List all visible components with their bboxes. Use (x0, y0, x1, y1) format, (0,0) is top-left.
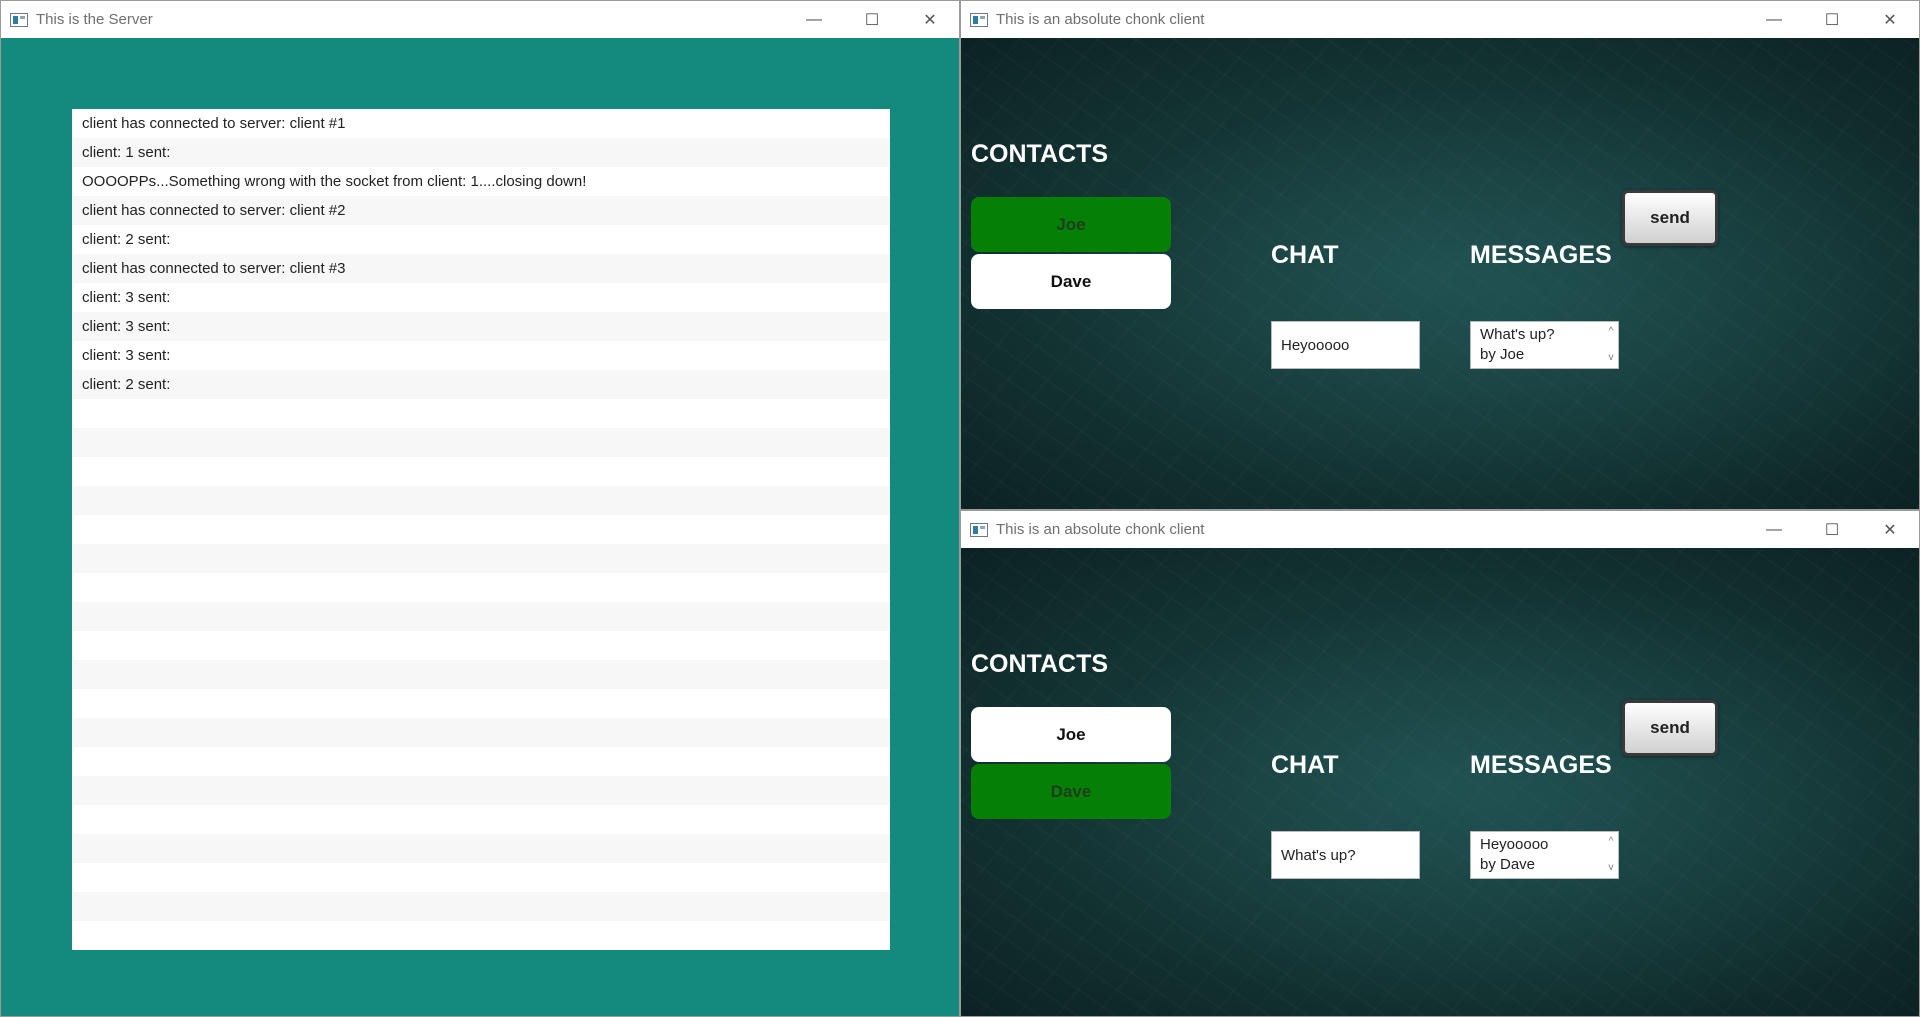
window-title: This is an absolute chonk client (996, 11, 1205, 28)
list-item[interactable] (72, 457, 890, 486)
app-window-icon (970, 522, 988, 537)
minimize-icon[interactable]: — (1745, 511, 1803, 548)
scroll-up-icon[interactable]: ^ (1609, 832, 1614, 852)
contacts-heading: CONTACTS (971, 140, 1109, 168)
window-title: This is the Server (36, 11, 153, 28)
send-button[interactable]: send (1622, 190, 1718, 246)
client-window-2: This is an absolute chonk client — ☐ ✕ C… (960, 510, 1920, 1017)
list-item[interactable]: OOOOPPs...Something wrong with the socke… (72, 167, 890, 196)
client-titlebar[interactable]: This is an absolute chonk client — ☐ ✕ (961, 1, 1919, 38)
contact-button-joe[interactable]: Joe (971, 197, 1171, 252)
window-controls: — ☐ ✕ (1745, 511, 1919, 548)
send-button[interactable]: send (1622, 700, 1718, 756)
close-icon[interactable]: ✕ (1861, 511, 1919, 548)
server-log-list[interactable]: client has connected to server: client #… (72, 109, 890, 950)
list-item[interactable] (72, 747, 890, 776)
list-item[interactable]: client: 2 sent: (72, 370, 890, 399)
server-window: This is the Server — ☐ ✕ client has conn… (0, 0, 960, 1017)
message-text: What's up? (1480, 326, 1555, 343)
list-item[interactable] (72, 921, 890, 950)
list-item[interactable] (72, 602, 890, 631)
contacts-heading: CONTACTS (971, 650, 1109, 678)
list-item[interactable] (72, 399, 890, 428)
minimize-icon[interactable]: — (1745, 1, 1803, 38)
list-item[interactable]: client has connected to server: client #… (72, 109, 890, 138)
message-author: by Dave (1480, 856, 1536, 873)
messages-scrollbar[interactable]: ^ v (1604, 322, 1618, 368)
contact-button-dave[interactable]: Dave (971, 254, 1171, 309)
chat-input[interactable] (1271, 321, 1420, 369)
minimize-icon[interactable]: — (785, 1, 843, 38)
list-item[interactable]: client: 1 sent: (72, 138, 890, 167)
messages-heading: MESSAGES (1470, 751, 1612, 779)
list-item[interactable] (72, 892, 890, 921)
client-content: CONTACTS Joe Dave CHAT MESSAGES Heyooooo… (961, 548, 1919, 1016)
contact-button-joe[interactable]: Joe (971, 707, 1171, 762)
scroll-down-icon[interactable]: v (1609, 348, 1614, 368)
message-author: by Joe (1480, 346, 1525, 363)
list-item[interactable] (72, 776, 890, 805)
client-content: CONTACTS Joe Dave CHAT MESSAGES What's u… (961, 38, 1919, 509)
client-titlebar[interactable]: This is an absolute chonk client — ☐ ✕ (961, 511, 1919, 548)
list-item[interactable] (72, 631, 890, 660)
scroll-down-icon[interactable]: v (1609, 858, 1614, 878)
list-item[interactable]: client: 3 sent: (72, 312, 890, 341)
list-item[interactable]: client has connected to server: client #… (72, 196, 890, 225)
list-item[interactable] (72, 428, 890, 457)
chat-heading: CHAT (1271, 241, 1339, 269)
message-text: Heyooooo (1480, 836, 1549, 853)
close-icon[interactable]: ✕ (901, 1, 959, 38)
list-item[interactable]: client: 2 sent: (72, 225, 890, 254)
maximize-icon[interactable]: ☐ (843, 1, 901, 38)
messages-scrollbar[interactable]: ^ v (1604, 832, 1618, 878)
window-title: This is an absolute chonk client (996, 521, 1205, 538)
list-item[interactable] (72, 486, 890, 515)
window-controls: — ☐ ✕ (1745, 1, 1919, 38)
messages-area[interactable]: Heyooooo by Dave ^ v (1470, 831, 1619, 879)
server-titlebar[interactable]: This is the Server — ☐ ✕ (1, 1, 959, 38)
contact-button-dave[interactable]: Dave (971, 764, 1171, 819)
list-item[interactable] (72, 660, 890, 689)
app-window-icon (10, 12, 28, 27)
list-item[interactable]: client: 3 sent: (72, 283, 890, 312)
client-window-1: This is an absolute chonk client — ☐ ✕ C… (960, 0, 1920, 510)
server-content: client has connected to server: client #… (1, 38, 959, 1016)
list-item[interactable] (72, 718, 890, 747)
list-item[interactable] (72, 573, 890, 602)
app-window-icon (970, 12, 988, 27)
chat-input[interactable] (1271, 831, 1420, 879)
maximize-icon[interactable]: ☐ (1803, 511, 1861, 548)
scroll-up-icon[interactable]: ^ (1609, 322, 1614, 342)
window-controls: — ☐ ✕ (785, 1, 959, 38)
list-item[interactable]: client has connected to server: client #… (72, 254, 890, 283)
close-icon[interactable]: ✕ (1861, 1, 1919, 38)
list-item[interactable] (72, 805, 890, 834)
list-item[interactable] (72, 834, 890, 863)
list-item[interactable] (72, 863, 890, 892)
chat-heading: CHAT (1271, 751, 1339, 779)
list-item[interactable]: client: 3 sent: (72, 341, 890, 370)
list-item[interactable] (72, 689, 890, 718)
maximize-icon[interactable]: ☐ (1803, 1, 1861, 38)
messages-heading: MESSAGES (1470, 241, 1612, 269)
messages-area[interactable]: What's up? by Joe ^ v (1470, 321, 1619, 369)
list-item[interactable] (72, 544, 890, 573)
list-item[interactable] (72, 515, 890, 544)
